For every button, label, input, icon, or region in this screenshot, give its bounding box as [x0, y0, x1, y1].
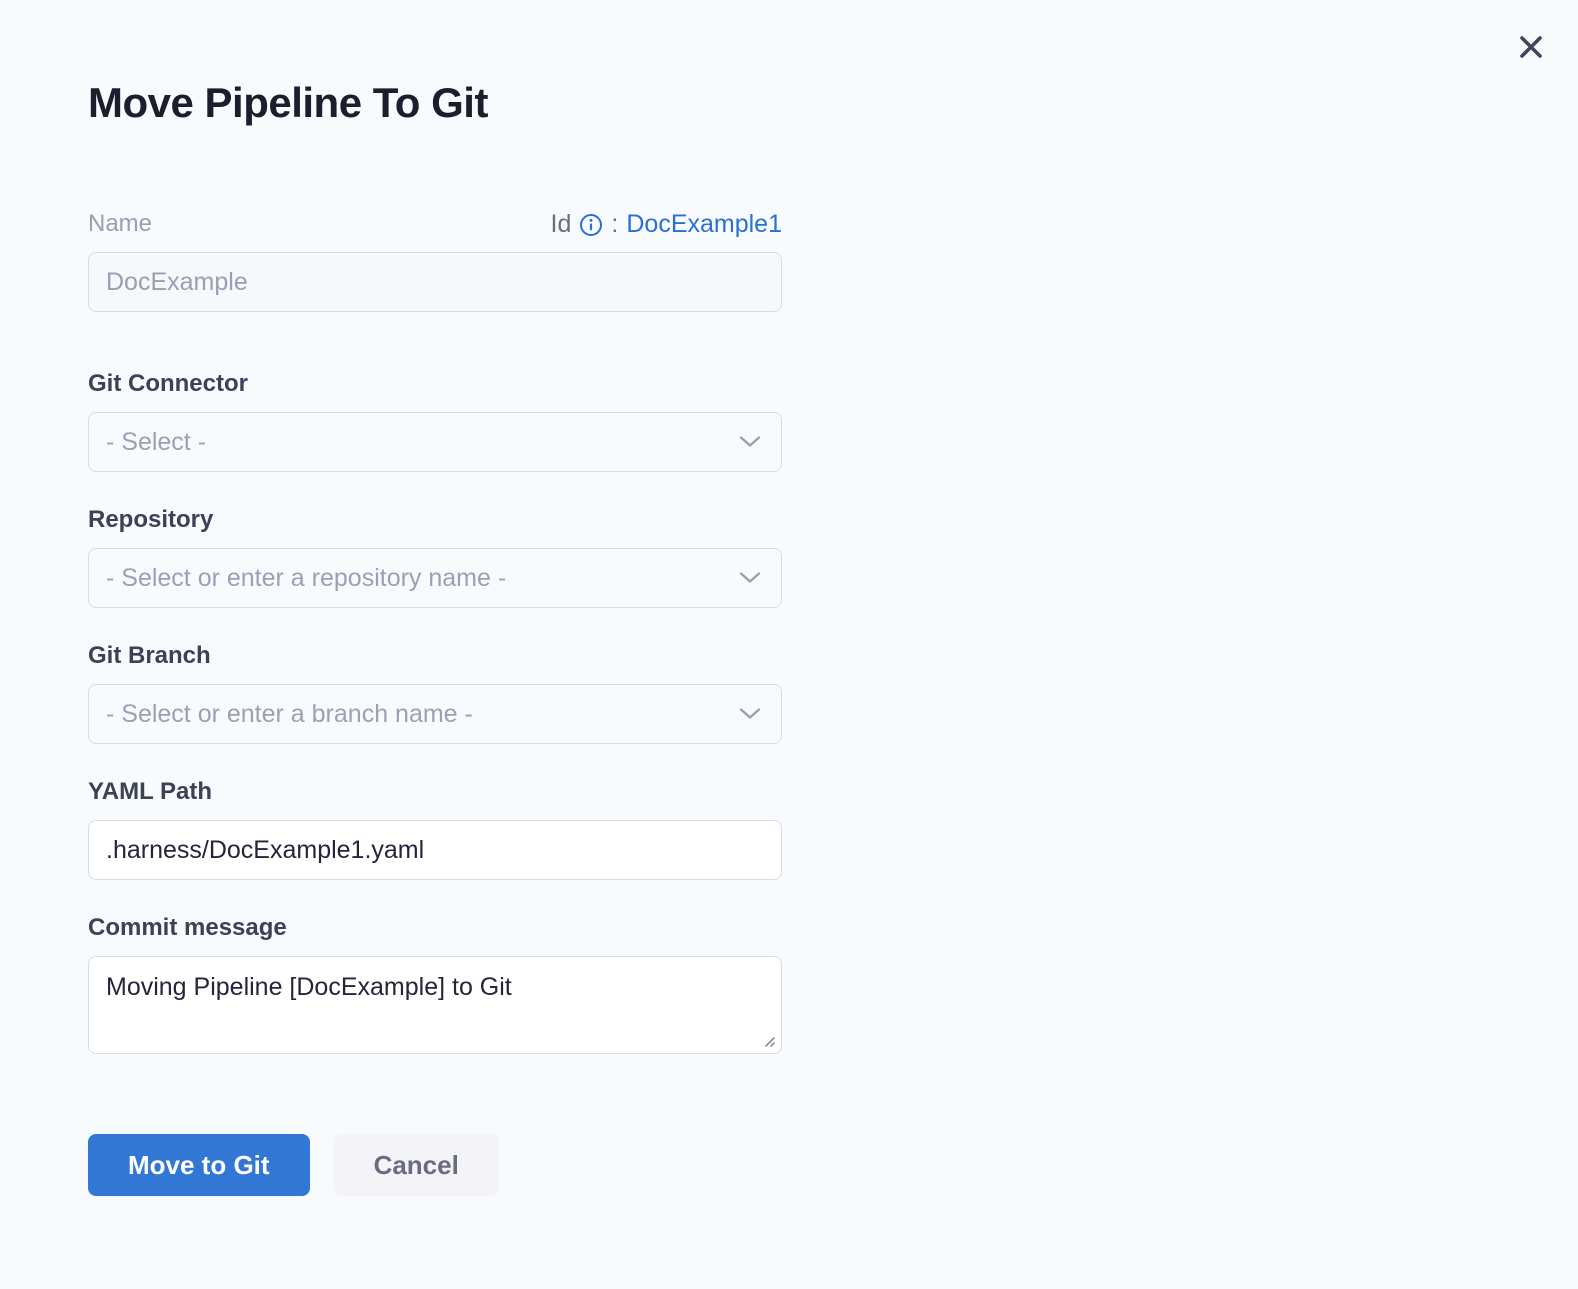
- name-label: Name: [88, 210, 152, 238]
- pipeline-id-link[interactable]: DocExample1: [626, 210, 782, 239]
- git-connector-placeholder: - Select -: [106, 428, 206, 457]
- close-button[interactable]: [1513, 30, 1549, 66]
- git-branch-placeholder: - Select or enter a branch name -: [106, 700, 473, 729]
- commit-message-label: Commit message: [88, 914, 782, 942]
- yaml-path-label: YAML Path: [88, 778, 782, 806]
- git-connector-group: Git Connector - Select -: [88, 370, 782, 472]
- repository-placeholder: - Select or enter a repository name -: [106, 564, 506, 593]
- pipeline-id-row: Id : DocExample1: [551, 210, 782, 239]
- commit-message-group: Commit message Moving Pipeline [DocExamp…: [88, 914, 782, 1054]
- name-input[interactable]: [88, 252, 782, 312]
- commit-message-textarea[interactable]: Moving Pipeline [DocExample] to Git: [88, 956, 782, 1054]
- git-branch-group: Git Branch - Select or enter a branch na…: [88, 642, 782, 744]
- repository-select[interactable]: - Select or enter a repository name -: [88, 548, 782, 608]
- yaml-path-input[interactable]: [88, 820, 782, 880]
- name-id-row: Name Id : DocExample1: [88, 208, 782, 240]
- repository-label: Repository: [88, 506, 782, 534]
- resize-handle-icon[interactable]: [761, 1033, 777, 1049]
- id-label: Id: [551, 210, 572, 239]
- repository-group: Repository - Select or enter a repositor…: [88, 506, 782, 608]
- git-connector-select[interactable]: - Select -: [88, 412, 782, 472]
- info-icon[interactable]: [579, 213, 603, 237]
- chevron-down-icon: [739, 572, 761, 585]
- git-connector-label: Git Connector: [88, 370, 782, 398]
- git-branch-label: Git Branch: [88, 642, 782, 670]
- close-icon: [1516, 32, 1546, 65]
- move-to-git-button[interactable]: Move to Git: [88, 1134, 310, 1196]
- git-branch-select[interactable]: - Select or enter a branch name -: [88, 684, 782, 744]
- yaml-path-group: YAML Path: [88, 778, 782, 880]
- dialog-title: Move Pipeline To Git: [88, 78, 782, 128]
- chevron-down-icon: [739, 436, 761, 449]
- move-pipeline-dialog: Move Pipeline To Git Name Id : DocExampl…: [88, 0, 782, 1196]
- dialog-actions: Move to Git Cancel: [88, 1134, 782, 1196]
- id-separator: :: [611, 210, 618, 239]
- cancel-button[interactable]: Cancel: [334, 1134, 499, 1196]
- commit-message-wrap: Moving Pipeline [DocExample] to Git: [88, 956, 782, 1054]
- chevron-down-icon: [739, 708, 761, 721]
